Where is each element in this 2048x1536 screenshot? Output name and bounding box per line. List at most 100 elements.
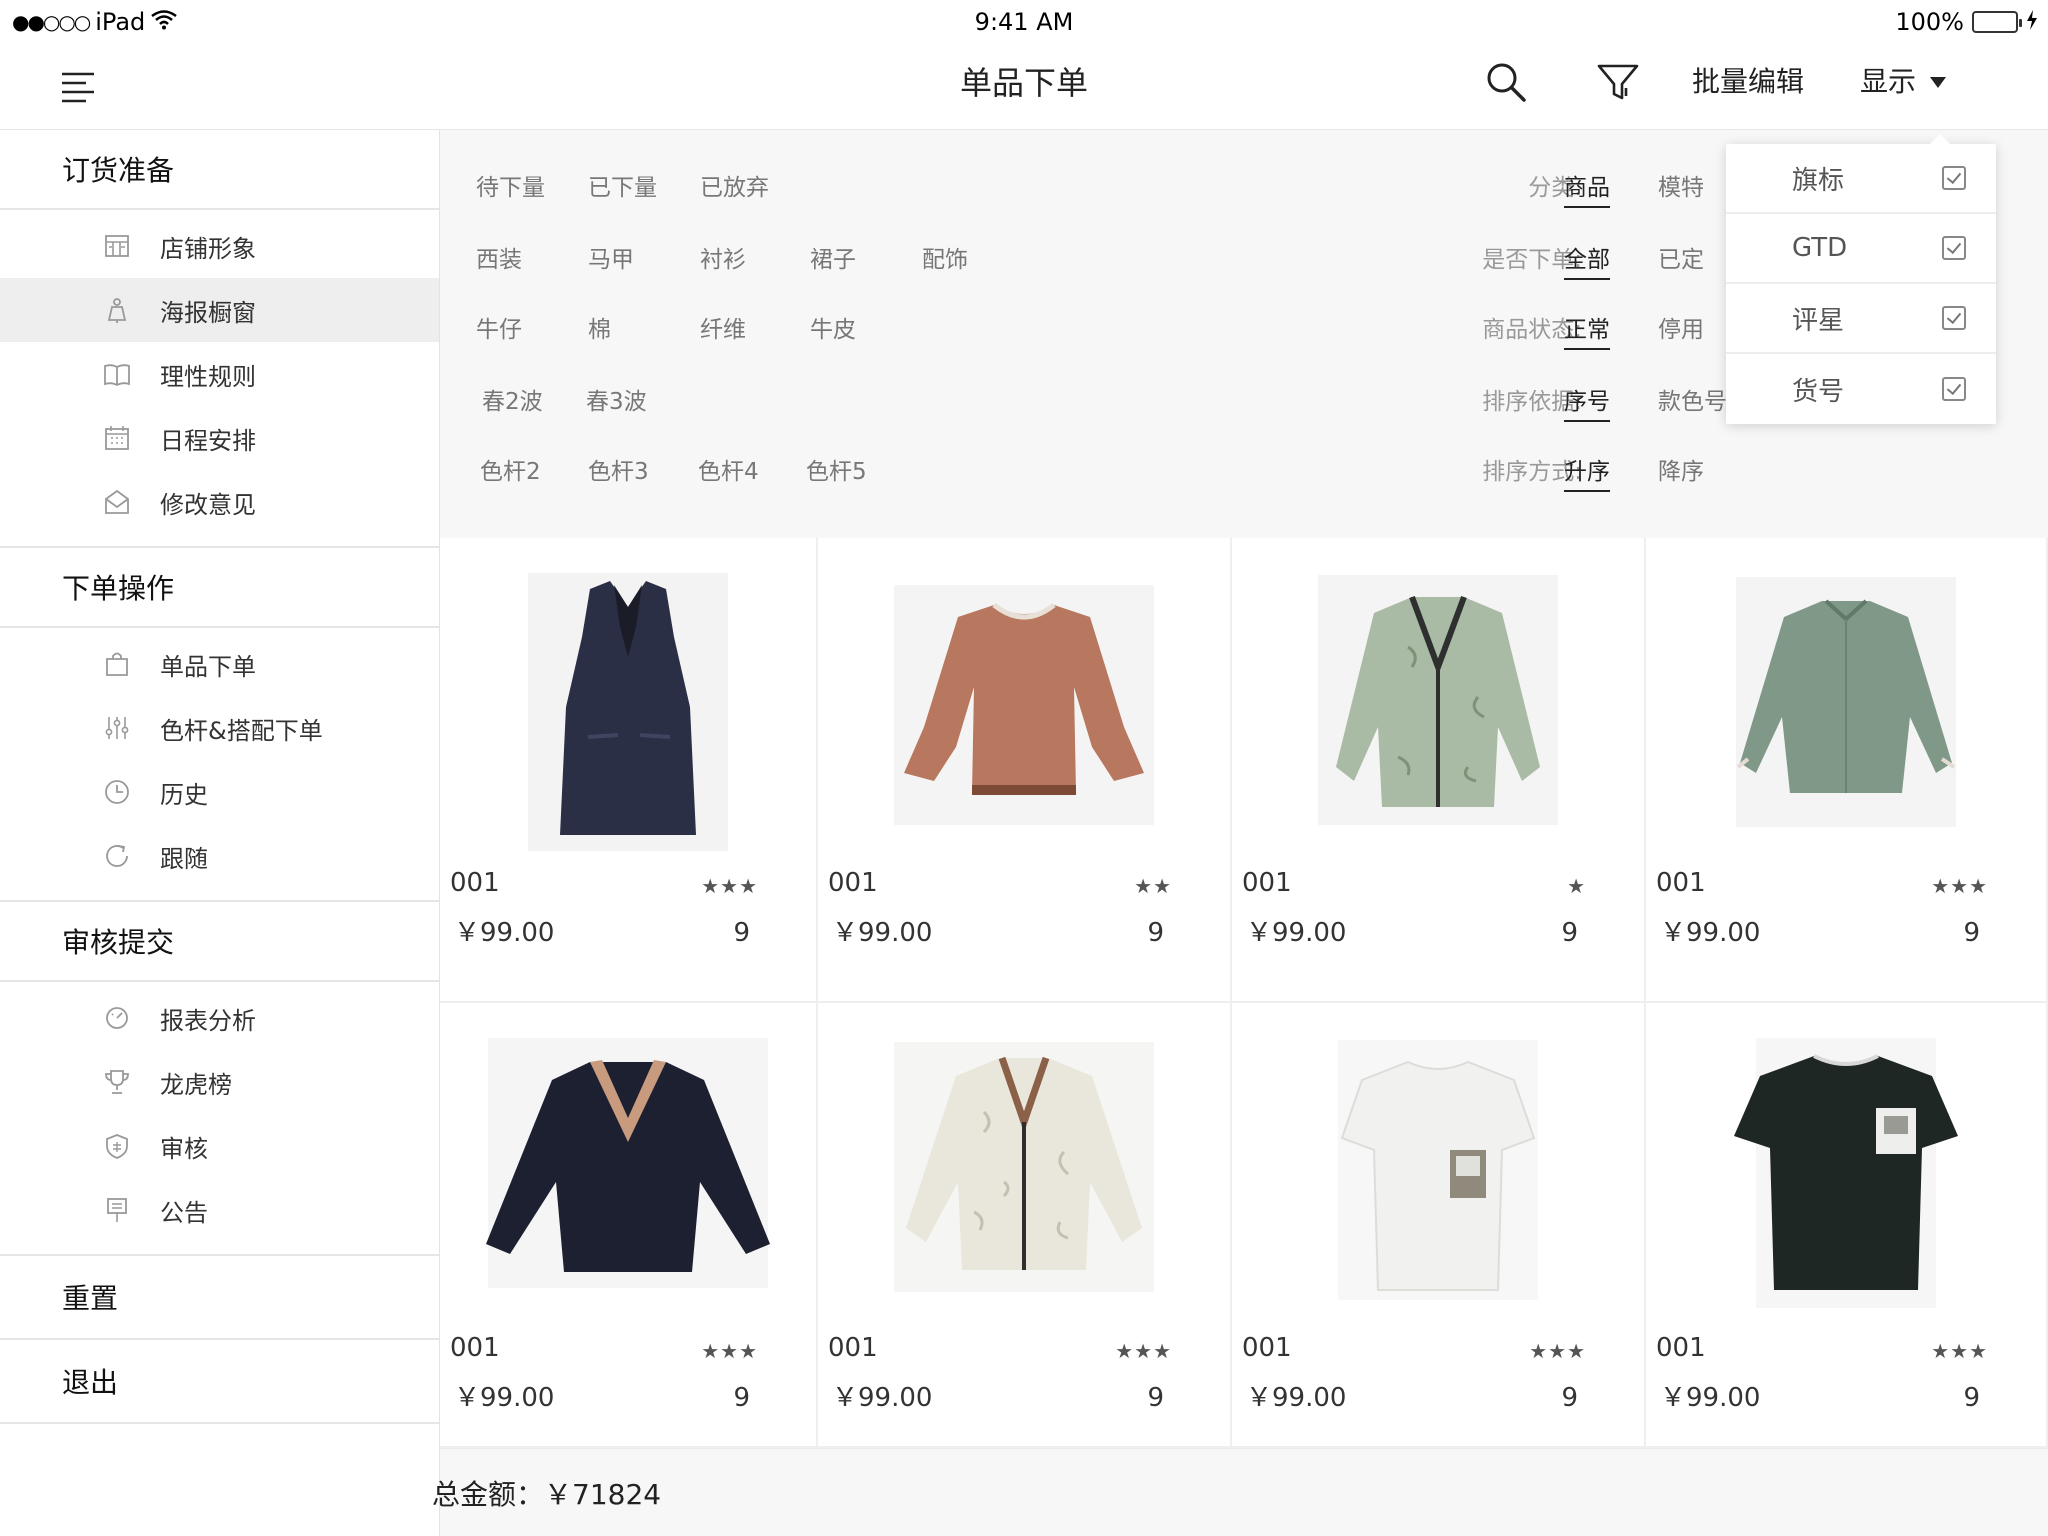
sidebar-item-label: 理性规则	[160, 362, 256, 391]
sidebar-item-history[interactable]: 历史	[0, 760, 439, 824]
reset-button[interactable]: 重置	[0, 1256, 439, 1340]
sidebar-item-rules[interactable]: 理性规则	[0, 342, 439, 406]
product-card[interactable]: 001 ★★★ ￥99.00 9	[1646, 1003, 2048, 1448]
product-code: 001	[450, 868, 500, 898]
black-v-neck-top-icon	[486, 1038, 770, 1288]
display-option-gtd[interactable]: GTD	[1726, 214, 1996, 284]
product-rating: ★	[1567, 874, 1586, 898]
filter-sort-by-style-color[interactable]: 款色号	[1658, 382, 1727, 416]
sidebar-item-single-order[interactable]: 单品下单	[0, 632, 439, 696]
filter-wave-2[interactable]: 春2波	[482, 382, 543, 416]
display-option-label: 评星	[1792, 305, 1845, 336]
filter-color-bar-2[interactable]: 色杆2	[480, 452, 541, 486]
sidebar-item-color-bar-order[interactable]: 色杆&搭配下单	[0, 696, 439, 760]
sidebar-section-order: 下单操作	[0, 548, 439, 628]
mail-icon	[102, 487, 132, 517]
checkbox-checked-icon[interactable]	[1942, 306, 1966, 330]
menu-icon[interactable]	[58, 66, 98, 106]
total-amount: 总金额：￥71824	[432, 1478, 662, 1511]
product-code: 001	[1242, 868, 1292, 898]
display-option-flag[interactable]: 旗标	[1726, 144, 1996, 214]
product-card[interactable]: 001 ★★★ ￥99.00 9	[440, 538, 818, 1003]
filter-material-cotton[interactable]: 棉	[588, 310, 611, 344]
sidebar-item-announcement[interactable]: 公告	[0, 1178, 439, 1242]
filter-icon[interactable]	[1594, 58, 1642, 106]
trophy-icon	[102, 1067, 132, 1097]
filter-category-vest[interactable]: 马甲	[588, 240, 634, 274]
product-code: 001	[1656, 1333, 1706, 1363]
filter-material-fiber[interactable]: 纤维	[700, 310, 746, 344]
storefront-icon	[102, 231, 132, 261]
filter-status-abandoned[interactable]: 已放弃	[700, 168, 769, 202]
filter-wave-3[interactable]: 春3波	[586, 382, 647, 416]
clock-icon	[102, 777, 132, 807]
checkbox-checked-icon[interactable]	[1942, 236, 1966, 260]
filter-color-bar-4[interactable]: 色杆4	[698, 452, 759, 486]
display-option-item-number[interactable]: 货号	[1726, 354, 1996, 424]
product-card[interactable]: 001 ★★★ ￥99.00 9	[1646, 538, 2048, 1003]
sidebar-item-schedule[interactable]: 日程安排	[0, 406, 439, 470]
product-rating: ★★★	[1931, 874, 1988, 898]
display-menu-button[interactable]: 显示	[1860, 60, 1947, 100]
product-card[interactable]: 001 ★★★ ￥99.00 9	[1232, 1003, 1646, 1448]
filter-category-shirt[interactable]: 衬衫	[700, 240, 746, 274]
filter-category-skirt[interactable]: 裙子	[810, 240, 856, 274]
sidebar-item-poster-window[interactable]: 海报橱窗	[0, 278, 439, 342]
sidebar-item-reports[interactable]: 报表分析	[0, 986, 439, 1050]
sidebar-item-audit[interactable]: 审核	[0, 1114, 439, 1178]
logout-button[interactable]: 退出	[0, 1340, 439, 1424]
filter-status-pending[interactable]: 待下量	[476, 168, 545, 202]
sidebar-section-prep-items: 店铺形象 海报橱窗 理性规则 日程安排 修改意见	[0, 210, 439, 548]
sidebar-item-follow[interactable]: 跟随	[0, 824, 439, 888]
filter-category-suit[interactable]: 西装	[476, 240, 522, 274]
checkbox-checked-icon[interactable]	[1942, 377, 1966, 401]
filter-sort-asc[interactable]: 升序	[1564, 452, 1610, 492]
sidebar-item-feedback[interactable]: 修改意见	[0, 470, 439, 534]
filter-status-normal[interactable]: 正常	[1564, 310, 1610, 350]
product-image	[440, 562, 816, 862]
product-card[interactable]: 001 ★★★ ￥99.00 9	[818, 1003, 1232, 1448]
batch-edit-button[interactable]: 批量编辑	[1692, 60, 1804, 100]
sage-green-blouse-icon	[1736, 577, 1956, 827]
sidebar-item-leaderboard[interactable]: 龙虎榜	[0, 1050, 439, 1114]
status-time: 9:41 AM	[974, 8, 1074, 36]
product-image	[440, 1027, 816, 1327]
product-card[interactable]: 001 ★ ￥99.00 9	[1232, 538, 1646, 1003]
filter-status-disabled[interactable]: 停用	[1658, 310, 1704, 344]
filter-sort-desc[interactable]: 降序	[1658, 452, 1704, 486]
filter-sort-by-index[interactable]: 序号	[1564, 382, 1610, 422]
filter-material-leather[interactable]: 牛皮	[810, 310, 856, 344]
product-quantity: 9	[1147, 1383, 1164, 1413]
search-icon[interactable]	[1482, 58, 1530, 106]
product-image	[818, 1027, 1230, 1327]
display-option-rating[interactable]: 评星	[1726, 284, 1996, 354]
filter-color-bar-3[interactable]: 色杆3	[588, 452, 649, 486]
filter-status-ordered[interactable]: 已下量	[588, 168, 657, 202]
sidebar-item-store-image[interactable]: 店铺形象	[0, 214, 439, 278]
filter-material-denim[interactable]: 牛仔	[476, 310, 522, 344]
display-option-label: GTD	[1792, 233, 1848, 263]
filter-type-model[interactable]: 模特	[1658, 168, 1704, 202]
filter-ordered-all[interactable]: 全部	[1564, 240, 1610, 280]
filter-category-accessory[interactable]: 配饰	[922, 240, 968, 274]
display-label: 显示	[1860, 65, 1917, 98]
sidebar-item-label: 报表分析	[160, 1006, 256, 1035]
product-card[interactable]: 001 ★★★ ￥99.00 9	[440, 1003, 818, 1448]
book-icon	[102, 359, 132, 389]
filter-color-bar-5[interactable]: 色杆5	[806, 452, 867, 486]
filter-label-type: 分类:	[1528, 175, 1582, 201]
filter-label-status: 商品状态:	[1482, 317, 1582, 343]
filter-label-ordered: 是否下单:	[1482, 247, 1582, 273]
calendar-icon	[102, 423, 132, 453]
checkbox-checked-icon[interactable]	[1942, 166, 1966, 190]
filter-ordered-done[interactable]: 已定	[1658, 240, 1704, 274]
sidebar-item-label: 公告	[160, 1198, 208, 1227]
product-rating: ★★	[1134, 874, 1172, 898]
filter-type-product[interactable]: 商品	[1564, 168, 1610, 208]
sidebar: 订货准备 店铺形象 海报橱窗 理性规则 日程安排 修改意见 下单操作 单品下单 …	[0, 130, 440, 1536]
product-price: ￥99.00	[1246, 918, 1347, 948]
product-quantity: 9	[1561, 1383, 1578, 1413]
sidebar-item-label: 店铺形象	[160, 234, 256, 263]
product-card[interactable]: 001 ★★ ￥99.00 9	[818, 538, 1232, 1003]
mannequin-icon	[102, 295, 132, 325]
